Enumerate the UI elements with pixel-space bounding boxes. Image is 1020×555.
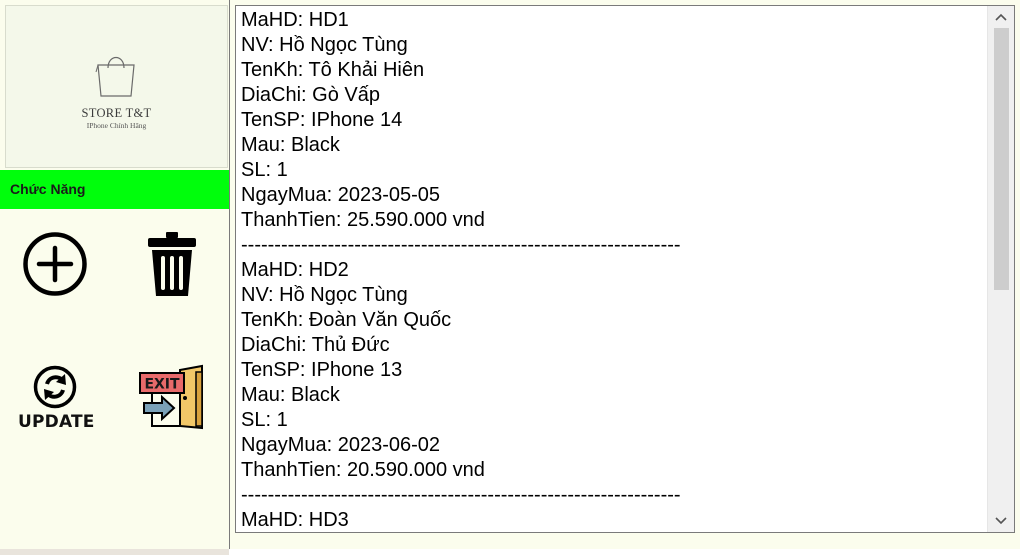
- scroll-thumb[interactable]: [994, 28, 1009, 290]
- store-logo: STORE T&T IPhone Chính Hãng: [5, 5, 228, 168]
- scroll-down-button[interactable]: [988, 510, 1014, 532]
- exit-door-icon: EXIT: [139, 364, 203, 430]
- invoice-text-area[interactable]: MaHD: HD1 NV: Hồ Ngọc Tùng TenKh: Tô Khả…: [235, 5, 1015, 533]
- shopping-bag-icon: [95, 56, 135, 97]
- invoice-line: NV: Hồ Ngọc Tùng: [241, 284, 408, 306]
- invoice-line: NgayMua: 2023-06-02: [241, 434, 441, 456]
- chevron-up-icon: [995, 13, 1007, 21]
- invoice-line: TenSP: IPhone 14: [241, 109, 403, 131]
- invoice-line: MaHD: HD1: [241, 9, 349, 31]
- invoice-line: DiaChi: Thủ Đức: [241, 334, 390, 356]
- invoice-content: MaHD: HD1 NV: Hồ Ngọc Tùng TenKh: Tô Khả…: [241, 8, 986, 532]
- invoice-line: NgayMua: 2023-05-05: [241, 184, 441, 206]
- trash-icon: [148, 232, 196, 296]
- plus-circle-icon: [23, 232, 87, 296]
- update-label: UPDATE: [18, 412, 95, 432]
- invoice-line: TenKh: Tô Khải Hiên: [241, 59, 425, 81]
- store-name: STORE T&T: [81, 106, 152, 120]
- delete-button[interactable]: [140, 228, 204, 300]
- invoice-line: TenKh: Đoàn Văn Quốc: [241, 309, 452, 331]
- invoice-line: Mau: Black: [241, 134, 340, 156]
- invoice-line: MaHD: HD2: [241, 259, 349, 281]
- exit-button[interactable]: EXIT: [136, 364, 208, 430]
- invoice-line: SL: 1: [241, 159, 288, 181]
- invoice-line: SL: 1: [241, 409, 288, 431]
- scroll-up-button[interactable]: [988, 6, 1014, 28]
- window-bottom-edge-left: [0, 549, 229, 555]
- invoice-separator: ----------------------------------------…: [241, 484, 681, 506]
- left-panel: STORE T&T IPhone Chính Hãng Chức Năng UP…: [0, 0, 230, 549]
- invoice-line: MaHD: HD3: [241, 509, 349, 531]
- update-button[interactable]: UPDATE: [18, 362, 94, 436]
- invoice-line: Mau: Black: [241, 384, 340, 406]
- store-tagline: IPhone Chính Hãng: [86, 121, 147, 130]
- invoice-line: TenSP: IPhone 13: [241, 359, 403, 381]
- function-header: Chức Năng: [0, 170, 229, 209]
- function-label: Chức Năng: [10, 181, 86, 197]
- invoice-line: DiaChi: Gò Vấp: [241, 84, 380, 106]
- add-button[interactable]: [20, 230, 90, 300]
- invoice-line: ThanhTien: 25.590.000 vnd: [241, 209, 485, 231]
- invoice-separator: ----------------------------------------…: [241, 234, 681, 256]
- invoice-line: NV: Hồ Ngọc Tùng: [241, 34, 408, 56]
- exit-sign-text: EXIT: [144, 377, 180, 393]
- vertical-scrollbar[interactable]: [987, 6, 1014, 532]
- chevron-down-icon: [995, 517, 1007, 525]
- refresh-icon: [33, 365, 77, 409]
- invoice-line: ThanhTien: 20.590.000 vnd: [241, 459, 485, 481]
